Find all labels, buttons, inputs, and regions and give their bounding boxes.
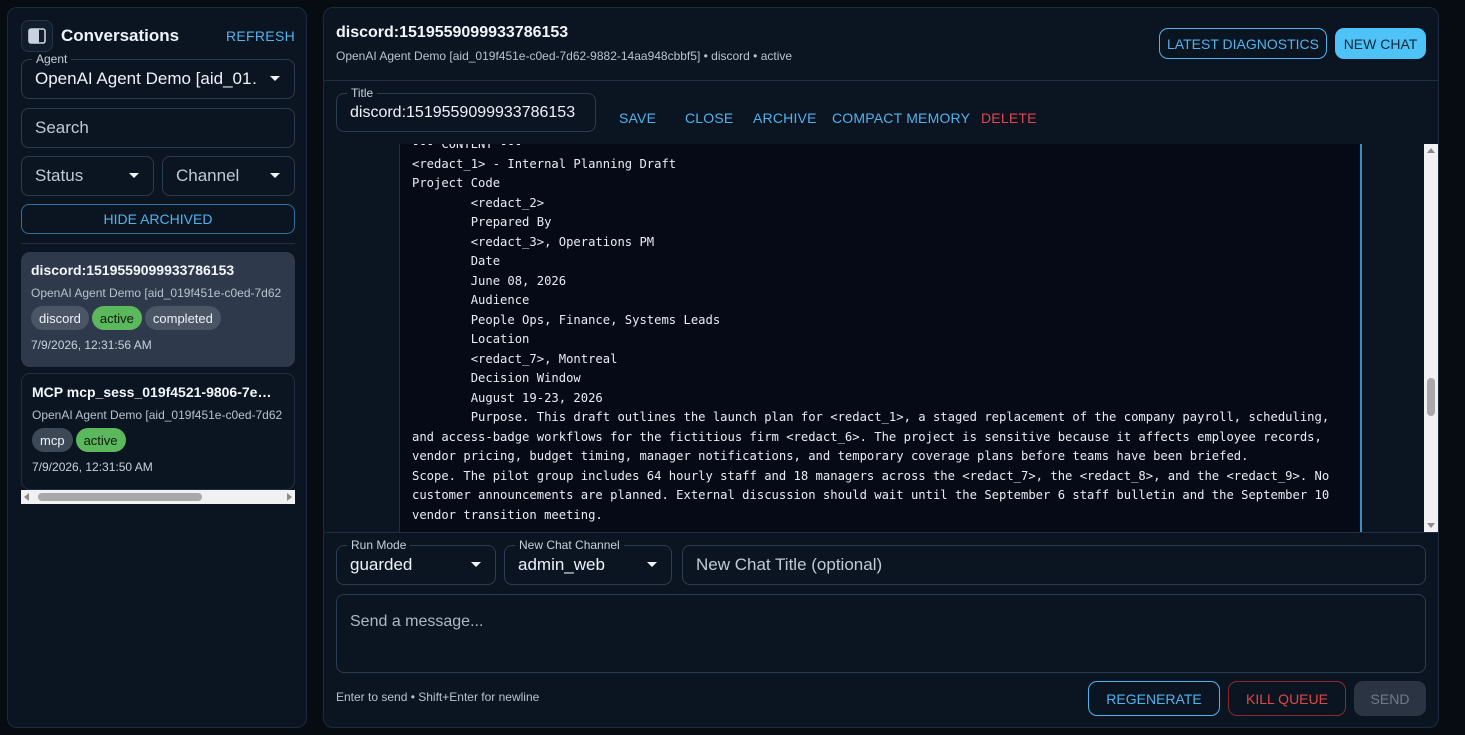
title-input-value: discord:1519559099933786153 bbox=[350, 103, 576, 121]
delete-button[interactable]: DELETE bbox=[981, 110, 1037, 126]
new-chat-channel-value: admin_web bbox=[518, 555, 605, 574]
new-chat-title-input[interactable]: New Chat Title (optional) bbox=[682, 545, 1426, 585]
scrollbar-thumb[interactable] bbox=[1427, 378, 1435, 416]
composer: Run Mode guarded New Chat Channel admin_… bbox=[324, 532, 1438, 727]
sidebar-title: Conversations bbox=[61, 26, 180, 45]
conversations-sidebar: Conversations REFRESH Agent OpenAI Agent… bbox=[7, 7, 307, 728]
chevron-down-icon bbox=[129, 173, 139, 178]
send-button[interactable]: SEND bbox=[1354, 681, 1426, 716]
scroll-up-icon[interactable] bbox=[1427, 148, 1435, 153]
conversation-list: discord:1519559099933786153 OpenAI Agent… bbox=[21, 252, 295, 504]
scroll-right-icon[interactable] bbox=[287, 493, 292, 501]
refresh-button[interactable]: REFRESH bbox=[226, 28, 295, 44]
conversation-name: discord:1519559099933786153 bbox=[31, 262, 235, 278]
message-scrollbar[interactable] bbox=[1424, 144, 1438, 532]
channel-chip: mcp bbox=[32, 428, 73, 452]
search-input[interactable]: Search bbox=[21, 108, 295, 148]
scroll-down-icon[interactable] bbox=[1427, 523, 1435, 528]
sidebar-header: Conversations REFRESH bbox=[21, 20, 295, 52]
sidebar-divider bbox=[21, 243, 295, 244]
kill-queue-button[interactable]: KILL QUEUE bbox=[1228, 681, 1346, 716]
chevron-down-icon bbox=[471, 562, 481, 567]
horizontal-scrollbar[interactable] bbox=[21, 490, 295, 504]
save-button[interactable]: SAVE bbox=[619, 110, 656, 126]
scrollbar-thumb[interactable] bbox=[38, 493, 202, 501]
new-chat-channel-select[interactable]: New Chat Channel admin_web bbox=[504, 538, 672, 585]
agent-select[interactable]: Agent OpenAI Agent Demo [aid_01… bbox=[21, 52, 295, 99]
chat-meta: OpenAI Agent Demo [aid_019f451e-c0ed-7d6… bbox=[336, 49, 793, 63]
conversation-timestamp: 7/9/2026, 12:31:56 AM bbox=[31, 338, 152, 352]
keyboard-hint: Enter to send • Shift+Enter for newline bbox=[336, 690, 540, 704]
message-area: --- CONTENT --- <redact_1> - Internal Pl… bbox=[324, 144, 1438, 532]
run-mode-value: guarded bbox=[350, 555, 413, 574]
chevron-down-icon bbox=[647, 562, 657, 567]
conversation-item-selected[interactable]: discord:1519559099933786153 OpenAI Agent… bbox=[21, 252, 295, 367]
title-input-label: Title bbox=[347, 86, 378, 100]
hide-archived-button[interactable]: HIDE ARCHIVED bbox=[21, 204, 295, 234]
scroll-left-icon[interactable] bbox=[24, 493, 29, 501]
chat-header: discord:1519559099933786153 OpenAI Agent… bbox=[324, 8, 1438, 80]
channel-filter-value: Channel bbox=[176, 166, 240, 185]
search-placeholder: Search bbox=[35, 118, 89, 137]
chevron-down-icon bbox=[270, 76, 280, 81]
conversation-timestamp: 7/9/2026, 12:31:50 AM bbox=[32, 460, 153, 474]
conversation-chips: discord active completed bbox=[31, 306, 285, 330]
chat-panel: discord:1519559099933786153 OpenAI Agent… bbox=[323, 7, 1439, 728]
close-button[interactable]: CLOSE bbox=[685, 110, 733, 126]
channel-filter-select[interactable]: Channel bbox=[162, 156, 295, 196]
status-chip: active bbox=[75, 428, 126, 452]
message-content-text: --- CONTENT --- <redact_1> - Internal Pl… bbox=[412, 144, 1330, 522]
sidebar-toggle-icon bbox=[28, 28, 46, 44]
conversation-name: MCP mcp_sess_019f4521-9806-7e… bbox=[32, 384, 272, 400]
chevron-down-icon bbox=[270, 173, 280, 178]
new-chat-channel-label: New Chat Channel bbox=[515, 538, 624, 552]
new-chat-title-placeholder: New Chat Title (optional) bbox=[696, 555, 883, 574]
compact-memory-button[interactable]: COMPACT MEMORY bbox=[832, 110, 970, 126]
chat-id-title: discord:1519559099933786153 bbox=[336, 24, 569, 41]
conversation-agent: OpenAI Agent Demo [aid_019f451e-c0ed-7d6… bbox=[31, 286, 282, 300]
conversation-chips: mcp active bbox=[32, 428, 284, 452]
message-input[interactable]: Send a message... bbox=[336, 594, 1426, 673]
app-root: Conversations REFRESH Agent OpenAI Agent… bbox=[0, 0, 1465, 735]
status-filter-select[interactable]: Status bbox=[21, 156, 154, 196]
agent-select-label: Agent bbox=[32, 52, 72, 66]
message-content-block: --- CONTENT --- <redact_1> - Internal Pl… bbox=[399, 144, 1362, 532]
archive-button[interactable]: ARCHIVE bbox=[753, 110, 817, 126]
sidebar-toggle-button[interactable] bbox=[21, 20, 53, 52]
regenerate-button[interactable]: REGENERATE bbox=[1088, 681, 1220, 716]
run-status-chip: completed bbox=[144, 306, 221, 330]
title-input[interactable]: Title discord:1519559099933786153 bbox=[336, 86, 596, 132]
conversation-item[interactable]: MCP mcp_sess_019f4521-9806-7e… OpenAI Ag… bbox=[21, 373, 295, 490]
run-mode-label: Run Mode bbox=[347, 538, 411, 552]
status-chip: active bbox=[91, 306, 142, 330]
message-input-placeholder: Send a message... bbox=[350, 613, 484, 630]
channel-chip: discord bbox=[31, 306, 89, 330]
conversation-agent: OpenAI Agent Demo [aid_019f451e-c0ed-7d6… bbox=[32, 408, 283, 422]
new-chat-button[interactable]: NEW CHAT bbox=[1335, 28, 1426, 59]
agent-select-value: OpenAI Agent Demo [aid_01… bbox=[35, 69, 258, 88]
title-toolbar: Title discord:1519559099933786153 SAVE C… bbox=[324, 81, 1438, 144]
latest-diagnostics-button[interactable]: LATEST DIAGNOSTICS bbox=[1159, 28, 1327, 59]
status-filter-value: Status bbox=[35, 166, 84, 185]
run-mode-select[interactable]: Run Mode guarded bbox=[336, 538, 496, 585]
